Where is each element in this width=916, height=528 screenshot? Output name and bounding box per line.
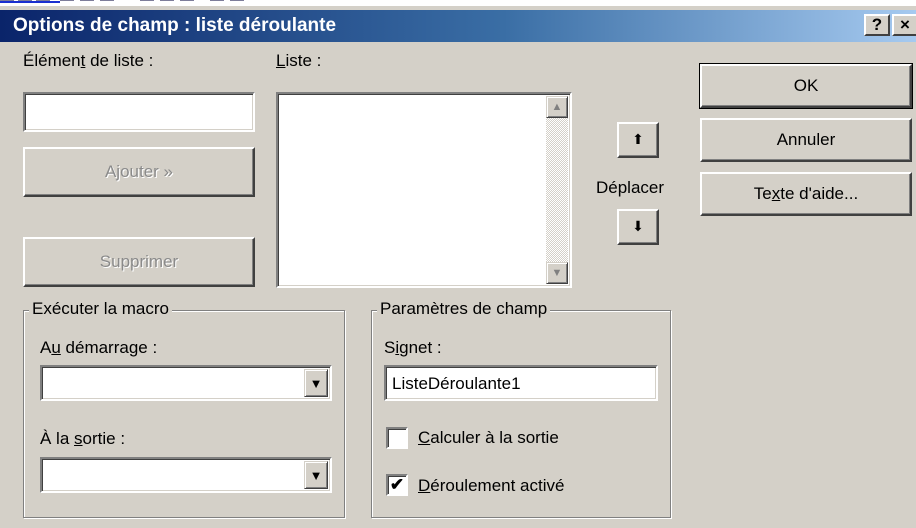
field-options-dialog: Options de champ : liste déroulante ? × … (0, 6, 916, 528)
close-button[interactable]: × (892, 14, 916, 36)
help-text-button[interactable]: Texte d'aide... (700, 172, 912, 216)
move-label: Déplacer (596, 178, 665, 197)
scroll-up-icon[interactable]: ▲ (546, 96, 568, 118)
calc-on-exit-checkbox[interactable] (386, 427, 408, 449)
settings-group-label: Paramètres de champ (377, 299, 551, 319)
cancel-button[interactable]: Annuler (700, 118, 912, 162)
help-button[interactable]: ? (864, 14, 890, 36)
bookmark-label: Signet : (384, 338, 442, 357)
item-input[interactable] (23, 92, 255, 132)
arrow-up-icon: ⬆ (632, 131, 644, 147)
arrow-down-icon: ⬇ (632, 218, 644, 234)
add-button[interactable]: Ajouter » (23, 147, 255, 197)
ok-button[interactable]: OK (699, 63, 913, 109)
dropdown-enabled-label[interactable]: Déroulement activé (418, 476, 564, 496)
list-scrollbar[interactable]: ▲ ▼ (546, 96, 568, 284)
bookmark-input[interactable]: ListeDéroulante1 (384, 365, 658, 401)
list-box[interactable]: ▲ ▼ (276, 92, 572, 288)
chevron-down-icon[interactable]: ▼ (304, 461, 328, 489)
dropdown-enabled-checkbox[interactable]: ✔ (386, 474, 408, 496)
on-exit-label: À la sortie : (40, 429, 126, 448)
remove-button[interactable]: Supprimer (23, 237, 255, 287)
move-down-button[interactable]: ⬇ (617, 209, 659, 245)
macro-group-label: Exécuter la macro (29, 299, 172, 319)
chevron-down-icon[interactable]: ▼ (304, 369, 328, 397)
list-label: Liste : (276, 51, 322, 70)
title-bar[interactable]: Options de champ : liste déroulante ? × (0, 10, 916, 42)
item-label: Élément de liste : (23, 51, 154, 70)
on-entry-select[interactable]: ▼ (40, 365, 332, 401)
scroll-down-icon[interactable]: ▼ (546, 262, 568, 284)
calc-on-exit-label[interactable]: Calculer à la sortie (418, 428, 559, 448)
move-up-button[interactable]: ⬆ (617, 122, 659, 158)
checkmark-icon: ✔ (389, 475, 405, 494)
on-entry-label: Au démarrage : (40, 338, 158, 357)
on-exit-select[interactable]: ▼ (40, 457, 332, 493)
dialog-title: Options de champ : liste déroulante (13, 15, 337, 36)
